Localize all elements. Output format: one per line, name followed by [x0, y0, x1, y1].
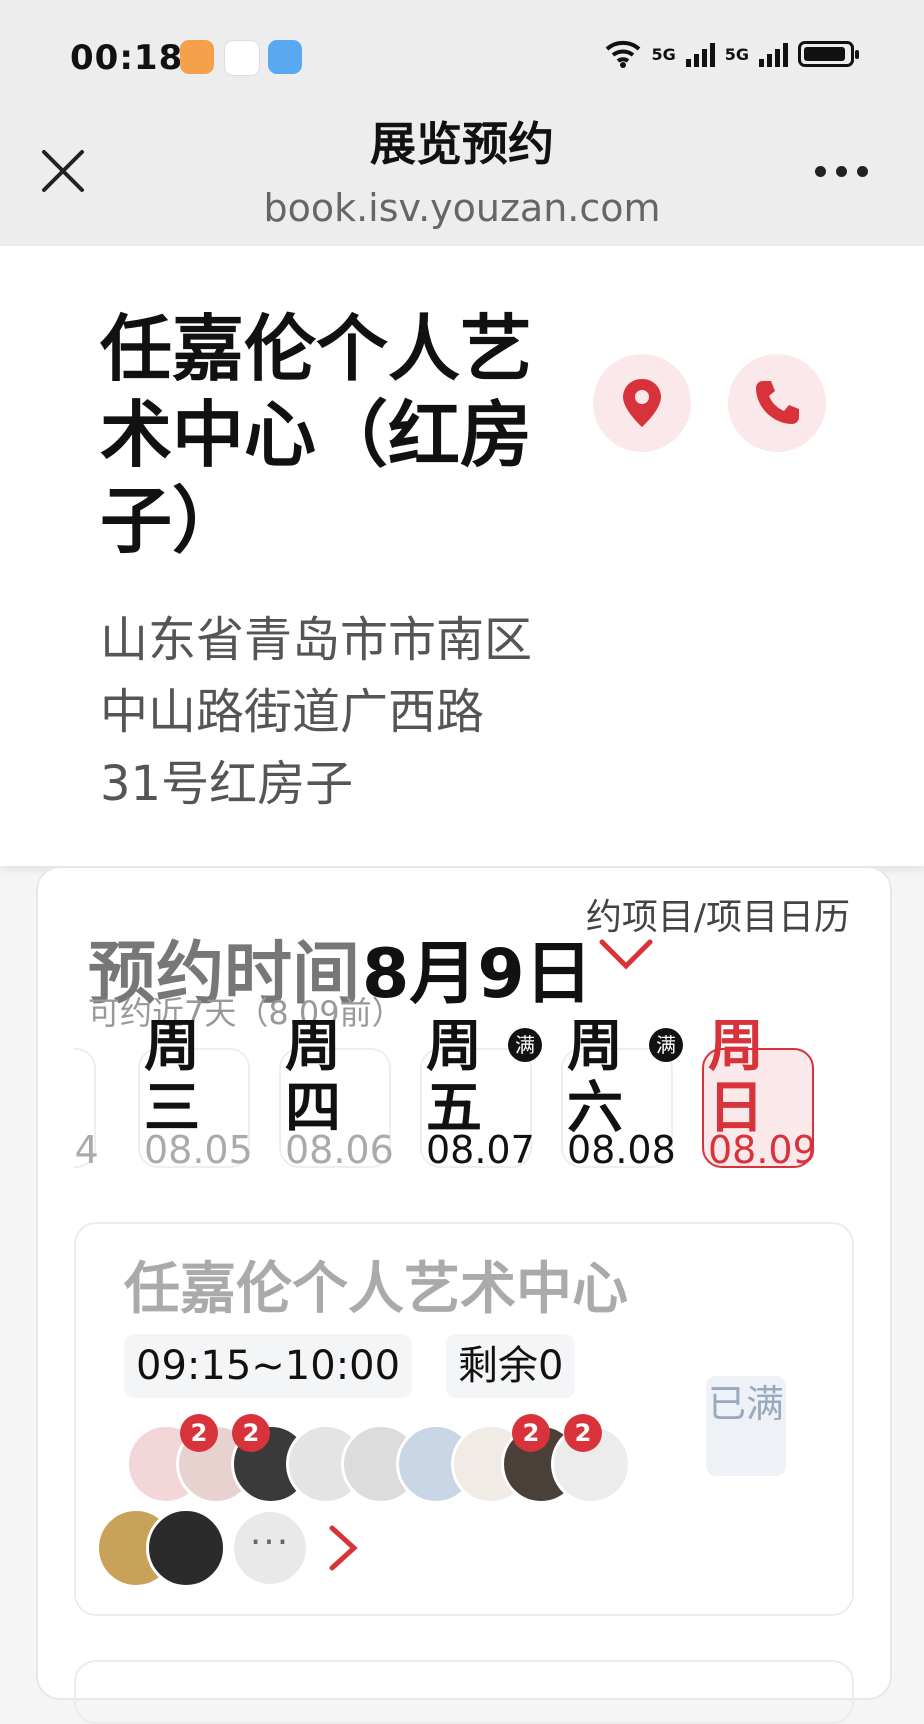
- chevron-down-icon[interactable]: [598, 938, 654, 972]
- more-menu-icon[interactable]: [815, 166, 868, 177]
- health-app-icon: [180, 40, 214, 74]
- location-button[interactable]: [593, 354, 691, 452]
- phone-icon: [756, 381, 799, 424]
- status-time: 00:18: [70, 38, 184, 78]
- session-remaining: 剩余0: [446, 1334, 576, 1398]
- page-url: book.isv.youzan.com: [263, 186, 661, 230]
- count-badge: 2: [564, 1414, 602, 1452]
- day-date: 08.04: [74, 1128, 99, 1170]
- full-badge: 满: [649, 1028, 683, 1062]
- day-date: 08.05: [144, 1128, 253, 1170]
- battery-icon: [798, 41, 859, 67]
- day-date: 08.07: [426, 1128, 535, 1170]
- page-title: 展览预约: [370, 117, 554, 171]
- full-badge: 满: [508, 1028, 542, 1062]
- status-indicators: 5G 5G: [605, 40, 859, 68]
- next-session-card[interactable]: [74, 1660, 854, 1724]
- day-item[interactable]: 周二 08.04: [74, 1020, 99, 1170]
- day-weekday: 周五: [426, 1020, 482, 1141]
- wifi-icon: [606, 40, 641, 68]
- signal-icon-2: [759, 41, 788, 67]
- day-weekday: 周日: [708, 1020, 764, 1141]
- day-date: 08.08: [567, 1128, 676, 1170]
- booking-card: 约项目/项目日历 预约时间 8月9日 可约近7天（8.09前） 周二 08.04…: [36, 866, 892, 1724]
- chevron-right-icon[interactable]: [328, 1524, 358, 1572]
- baidu-app-icon: [224, 40, 260, 76]
- day-date: 08.06: [285, 1128, 394, 1170]
- project-calendar-link[interactable]: 约项目/项目日历: [586, 888, 850, 940]
- more-avatars-button[interactable]: ···: [234, 1512, 306, 1584]
- day-weekday: 周三: [144, 1020, 200, 1141]
- day-item[interactable]: 周三 08.05: [138, 1020, 253, 1170]
- net-label-1: 5G: [651, 44, 676, 64]
- session-status: 已满: [706, 1376, 786, 1476]
- day-weekday: 周四: [285, 1020, 341, 1141]
- signal-icon-1: [685, 41, 715, 67]
- session-time: 09:15~10:00: [124, 1334, 413, 1398]
- count-badge: 2: [180, 1414, 218, 1452]
- count-badge: 2: [232, 1414, 270, 1452]
- venue-card: 任嘉伦个人艺术中心（红房子） 山东省青岛市市南区中山路街道广西路31号红房子: [0, 246, 924, 866]
- day-weekday: 周六: [567, 1020, 623, 1141]
- day-item[interactable]: 周五 08.07 满: [420, 1020, 542, 1170]
- status-bar: 00:18 5G 5G: [0, 0, 924, 110]
- day-item-selected[interactable]: 周日 08.09: [702, 1020, 817, 1170]
- day-date: 08.09: [708, 1128, 817, 1170]
- day-selector: 周二 08.04 周三 08.05 周四 08.06 周五 08.07 满 周六…: [74, 1020, 874, 1170]
- avatar: [146, 1508, 226, 1588]
- session-card[interactable]: 任嘉伦个人艺术中心 09:15~10:00 剩余0 已满 2 2 2 2 ···: [74, 1222, 854, 1616]
- net-label-2: 5G: [724, 44, 749, 64]
- venue-address: 山东省青岛市市南区中山路街道广西路31号红房子: [100, 612, 533, 812]
- day-item[interactable]: 周四 08.06: [279, 1020, 394, 1170]
- session-title: 任嘉伦个人艺术中心: [124, 1257, 628, 1322]
- map-pin-icon: [623, 379, 661, 427]
- day-item[interactable]: 周六 08.08 满: [561, 1020, 683, 1170]
- count-badge: 2: [512, 1414, 550, 1452]
- venue-name: 任嘉伦个人艺术中心（红房子）: [100, 307, 533, 563]
- phone-button[interactable]: [728, 354, 826, 452]
- weather-app-icon: [268, 40, 302, 74]
